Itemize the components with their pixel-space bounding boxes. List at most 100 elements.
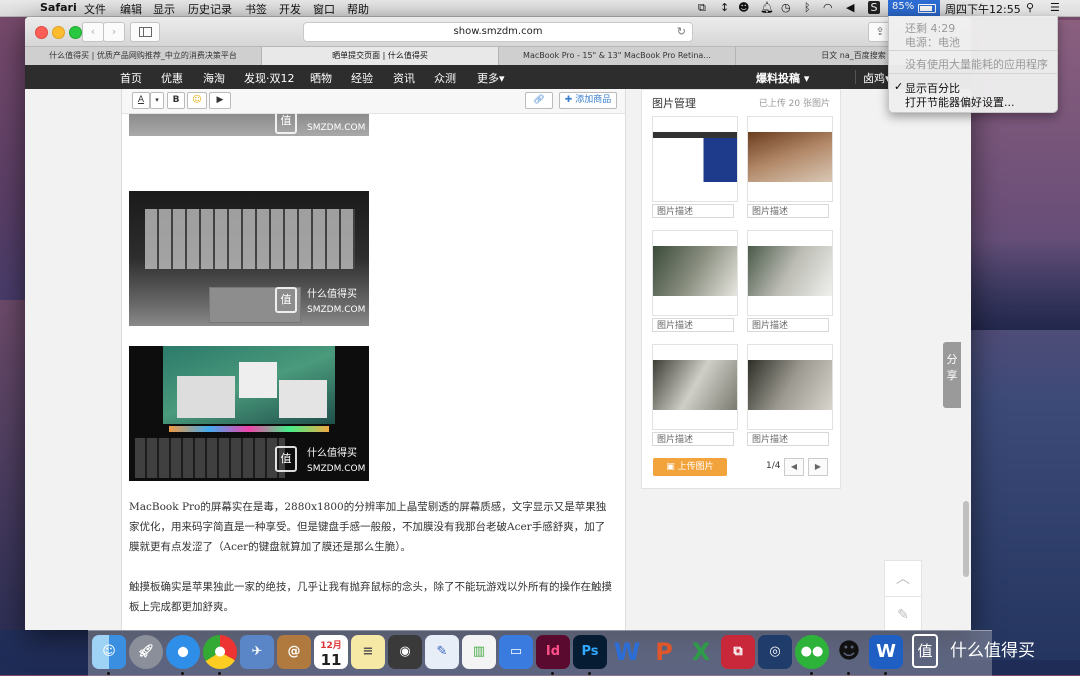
dock-chrome-icon[interactable]: ●	[203, 635, 237, 669]
image-desc-input[interactable]: 图片描述	[747, 432, 829, 446]
time-machine-icon[interactable]: ◷	[781, 1, 791, 14]
next-page-button[interactable]: ▶	[808, 458, 828, 476]
article-paragraph-2[interactable]: 触摸板确实是苹果独此一家的绝技，几乎让我有抛弃鼠标的念头，除了不能玩游戏以外所有…	[129, 577, 615, 617]
image-desc-input[interactable]: 图片描述	[652, 204, 734, 218]
video-icon[interactable]: ▶	[209, 92, 231, 109]
tab-macbook-pro[interactable]: MacBook Pro - 15" & 13" MacBook Pro Reti…	[499, 47, 736, 65]
dock-wechat-icon[interactable]: ●●	[795, 635, 829, 669]
dock-finder-icon[interactable]: ☺	[92, 635, 126, 669]
qq-status-icon[interactable]: ☻	[738, 1, 749, 14]
dock-numbers-icon[interactable]: ▥	[462, 635, 496, 669]
dock-instruments-icon[interactable]: ◎	[758, 635, 792, 669]
close-window-button[interactable]	[35, 26, 48, 39]
tab-smzdm-home[interactable]: 什么值得买 | 优质产品网购推荐_中立的消费决策平台	[25, 47, 262, 65]
scroll-arrows-icon[interactable]: ↕	[720, 1, 729, 14]
nav-experience[interactable]: 经验	[351, 70, 373, 86]
dock-calendar-icon[interactable]: 12月 11	[314, 635, 348, 669]
image-thumb[interactable]	[747, 230, 833, 316]
spotlight-search-icon[interactable]: ⚲	[1026, 1, 1034, 14]
nav-news[interactable]: 资讯	[393, 70, 415, 86]
nav-more[interactable]: 更多▾	[477, 70, 505, 86]
edit-pencil-button[interactable]: ✎	[884, 596, 922, 630]
font-color-button[interactable]: A	[132, 92, 150, 109]
nav-user[interactable]: 卤鸡▾	[863, 70, 891, 86]
page-scrollbar[interactable]	[963, 501, 969, 577]
upload-image-button[interactable]: ▣ 上传图片	[653, 458, 727, 476]
wifi-icon[interactable]: ◠	[823, 1, 833, 14]
energy-saver-prefs-item[interactable]: 打开节能器偏好设置...	[905, 94, 1015, 110]
share-side-tab[interactable]: 分享	[943, 342, 961, 408]
article-image-3[interactable]: 值 什么值得买 SMZDM.COM	[129, 346, 369, 481]
back-button[interactable]: ‹	[82, 22, 104, 42]
dock-keynote-remote-icon[interactable]: ▭	[499, 635, 533, 669]
address-bar[interactable]: show.smzdm.com ↻	[303, 22, 693, 42]
image-thumb[interactable]	[652, 230, 738, 316]
menu-edit[interactable]: 编辑	[120, 1, 142, 17]
menu-bookmarks[interactable]: 书签	[245, 1, 267, 17]
image-thumb[interactable]	[652, 344, 738, 430]
nav-home[interactable]: 首页	[120, 70, 142, 86]
image-desc-input[interactable]: 图片描述	[652, 318, 734, 332]
nav-deals[interactable]: 优惠	[161, 70, 183, 86]
dock-launchpad-icon[interactable]: 🚀︎	[129, 635, 163, 669]
prev-page-button[interactable]: ◀	[784, 458, 804, 476]
menu-develop[interactable]: 开发	[279, 1, 301, 17]
image-desc-input[interactable]: 图片描述	[747, 318, 829, 332]
dock-safari-icon[interactable]: ✦	[166, 635, 200, 669]
emoji-icon[interactable]: ☺	[187, 92, 207, 109]
add-product-button[interactable]: ✚ 添加商品	[559, 92, 617, 109]
dock-preview-icon[interactable]: ✈	[240, 635, 274, 669]
article-image-2[interactable]: 值 什么值得买 SMZDM.COM	[129, 191, 369, 326]
dock-qq-icon[interactable]: ☻	[832, 635, 866, 669]
minimize-window-button[interactable]	[52, 26, 65, 39]
article-paragraph-1[interactable]: MacBook Pro的屏幕实在是毒，2880x1800的分辨率加上晶莹剔透的屏…	[129, 497, 615, 557]
menu-help[interactable]: 帮助	[347, 1, 369, 17]
image-thumb[interactable]	[747, 344, 833, 430]
zoom-window-button[interactable]	[69, 26, 82, 39]
nav-discover[interactable]: 发现·双12	[244, 70, 295, 86]
forward-button[interactable]: ›	[103, 22, 125, 42]
tab-submit-page[interactable]: 晒单提交页面 | 什么值得买	[262, 47, 499, 65]
display-mirror-icon[interactable]: ⧉	[698, 1, 706, 15]
menu-history[interactable]: 历史记录	[188, 1, 232, 17]
image-thumb[interactable]	[652, 116, 738, 202]
image-desc-input[interactable]: 图片描述	[747, 204, 829, 218]
nav-test[interactable]: 众测	[434, 70, 456, 86]
bluetooth-icon[interactable]: ᛒ	[804, 1, 811, 14]
dock-word-2-icon[interactable]: W	[869, 635, 903, 669]
menu-window[interactable]: 窗口	[313, 1, 335, 17]
post-editor[interactable]: A ▾ B ☺ ▶ 🔗︎ ✚ 添加商品 值 SMZDM.COM 值 什么值得买 …	[121, 89, 626, 630]
link-icon[interactable]: 🔗︎	[525, 92, 553, 109]
image-thumb[interactable]	[747, 116, 833, 202]
dock-parallels-icon[interactable]: ⧉	[721, 635, 755, 669]
menubar-clock[interactable]: 周四下午12:55	[945, 1, 1021, 17]
notification-center-icon[interactable]: ☰	[1050, 1, 1060, 14]
notification-bell-icon[interactable]: 🔔︎	[760, 1, 774, 14]
menu-file[interactable]: 文件	[84, 1, 106, 17]
image-desc-input[interactable]: 图片描述	[652, 432, 734, 446]
article-image-1[interactable]: 值 SMZDM.COM	[129, 114, 369, 136]
reload-icon[interactable]: ↻	[677, 23, 686, 41]
dock-keynote-icon[interactable]: ✎	[425, 635, 459, 669]
sidebar-toggle-button[interactable]	[130, 22, 160, 42]
menu-view[interactable]: 显示	[153, 1, 175, 17]
dock-indesign-icon[interactable]: Id	[536, 635, 570, 669]
nav-submit-tip[interactable]: 爆料投稿 ▾	[756, 70, 809, 86]
menu-app-name[interactable]: Safari	[40, 1, 77, 14]
dock-contacts-icon[interactable]: @	[277, 635, 311, 669]
app-s-icon[interactable]: S	[868, 1, 880, 14]
dock-excel-icon[interactable]: X	[684, 635, 718, 669]
back-to-top-button[interactable]: ︿	[884, 560, 922, 598]
image-manager-panel: 图片管理 已上传 20 张图片 图片描述 图片描述 图片描述 图片描述 图片描述…	[641, 89, 841, 489]
volume-icon[interactable]: ◀︎	[846, 1, 854, 14]
battery-status[interactable]: 85%	[888, 0, 940, 16]
dock-powerpoint-icon[interactable]: P	[647, 635, 681, 669]
bold-button[interactable]: B	[167, 92, 185, 109]
nav-show[interactable]: 晒物	[310, 70, 332, 86]
dock-word-icon[interactable]: W	[610, 635, 644, 669]
dock-notes-icon[interactable]: ≡	[351, 635, 385, 669]
dock-photoshop-icon[interactable]: Ps	[573, 635, 607, 669]
font-color-dropdown-icon[interactable]: ▾	[150, 92, 164, 109]
dock-photo-booth-icon[interactable]: ◉	[388, 635, 422, 669]
nav-haitao[interactable]: 海淘	[203, 70, 225, 86]
